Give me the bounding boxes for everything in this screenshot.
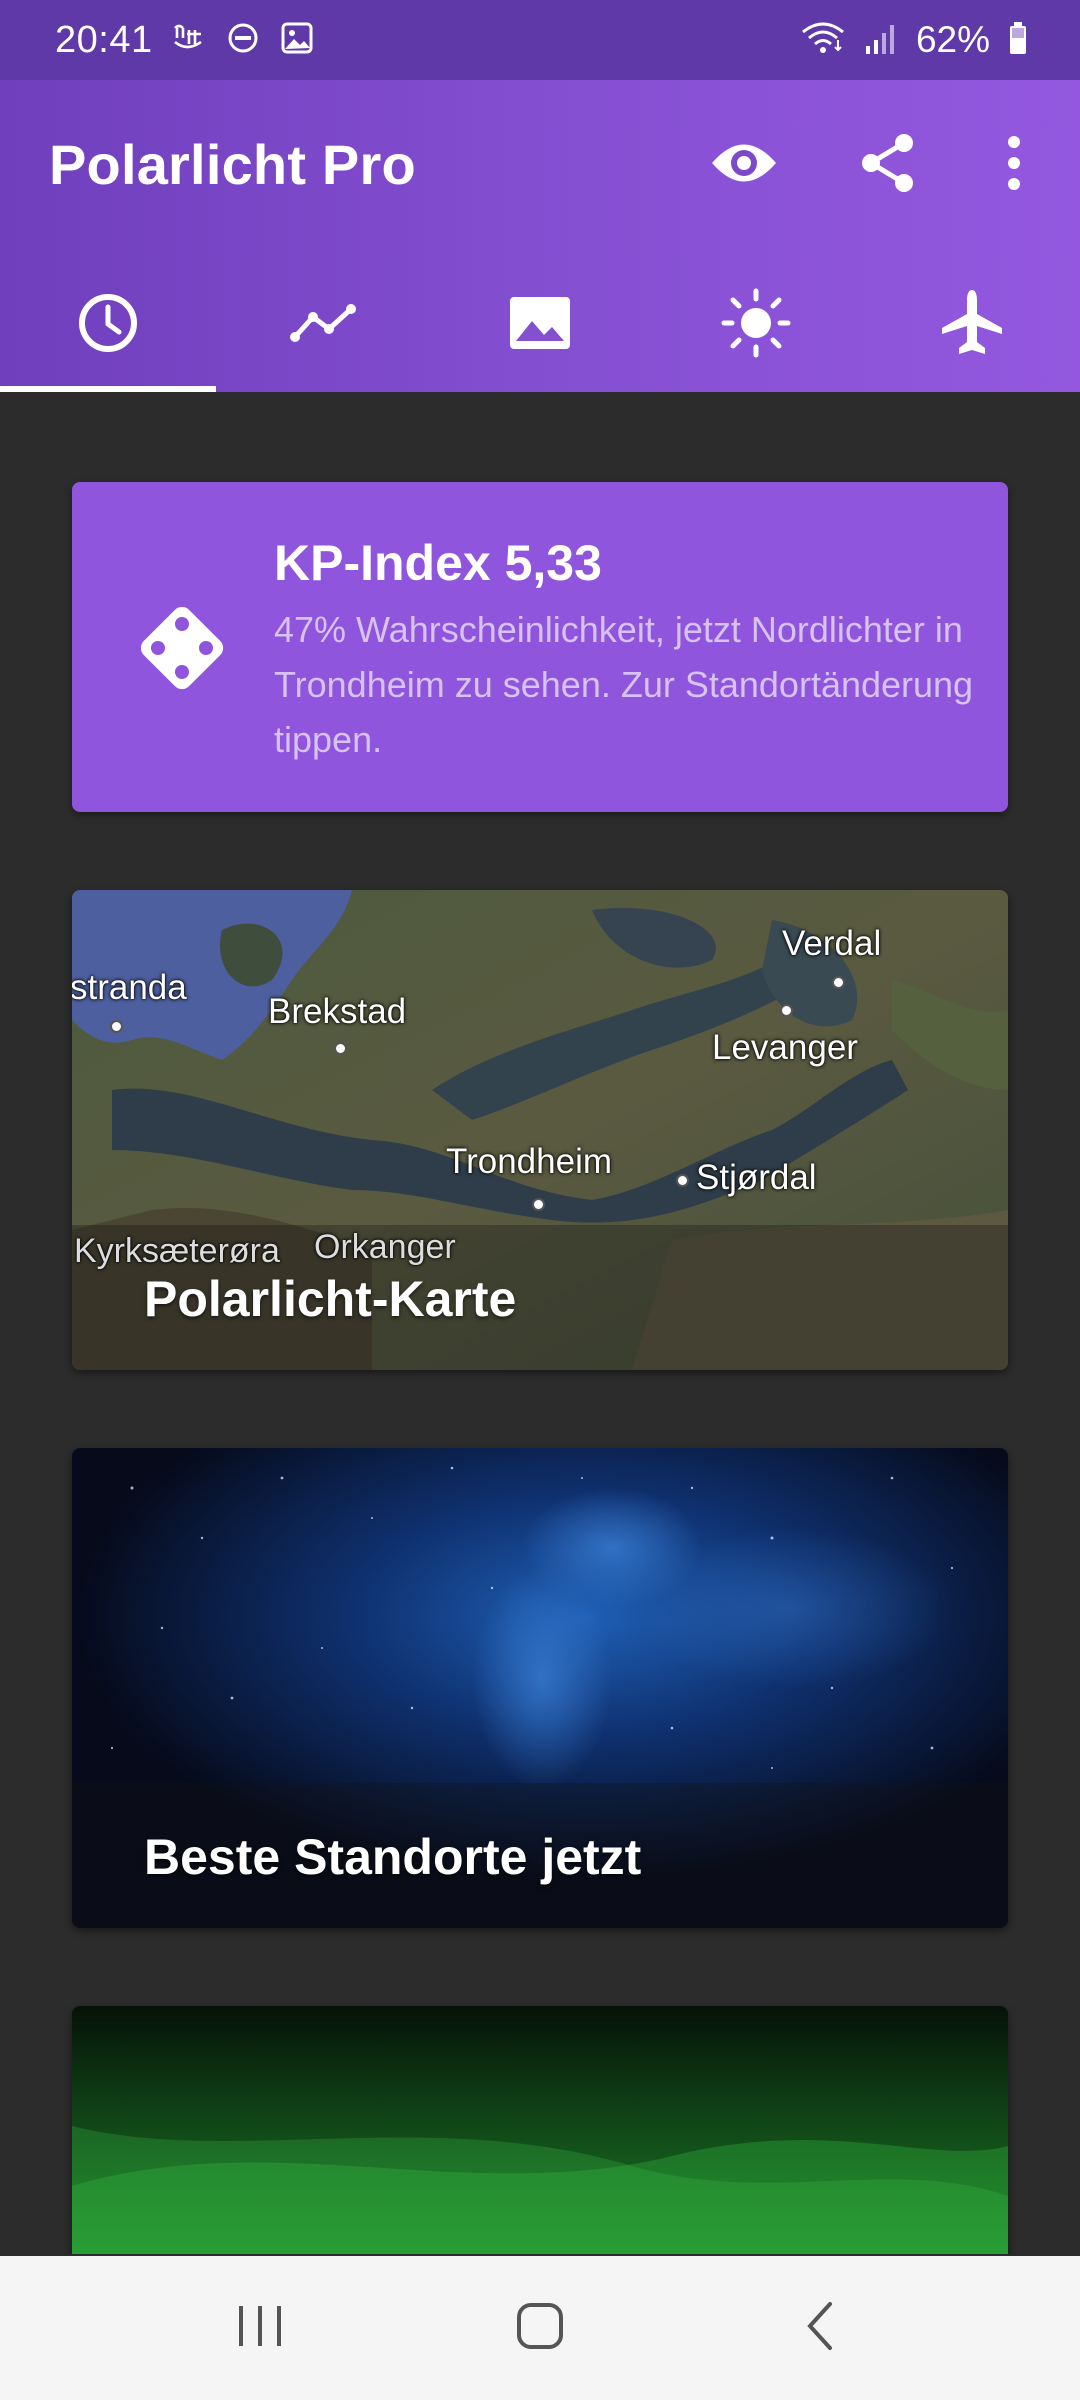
clock-icon [77,292,139,359]
aurora-photo-card[interactable] [72,2006,1008,2254]
map-label-trondheim: Trondheim [446,1142,612,1181]
home-icon [515,2301,565,2356]
tab-forecast[interactable] [0,258,216,392]
tab-charts[interactable] [216,258,432,392]
eye-button[interactable] [694,120,794,210]
share-button[interactable] [838,120,938,210]
kp-index-description: 47% Wahrscheinlichkeit, jetzt Nordlichte… [274,609,974,760]
status-bar: 20:41 62% [0,0,1080,80]
battery-percentage: 62% [915,19,990,60]
system-nav-bar [0,2256,1080,2400]
map-marker [334,1042,347,1055]
app-title: Polarlicht Pro [49,133,416,196]
wifi-icon [800,20,846,61]
tab-gallery[interactable] [432,258,648,392]
back-icon [802,2300,838,2357]
content-scroll[interactable]: KP-Index 5,33 47% Wahrscheinlichkeit, je… [0,392,1080,2254]
app-root: 20:41 62% Polarlicht Pro KP-Index 5,33 4… [0,0,1080,2400]
map-label-kyrksaeteroera: Kyrksæterøra [74,1232,280,1270]
airplane-icon [940,288,1004,363]
kp-index-card[interactable]: KP-Index 5,33 47% Wahrscheinlichkeit, je… [72,482,1008,812]
best-locations-card[interactable]: Beste Standorte jetzt [72,1448,1008,1928]
sun-icon [721,288,791,363]
map-label-orkanger: Orkanger [314,1228,456,1266]
gallery-icon [279,20,315,61]
tab-flight[interactable] [864,258,1080,392]
map-marker [780,1004,793,1017]
home-button[interactable] [480,2278,600,2378]
map-label-verdal: Verdal [782,924,882,963]
recent-apps-icon [235,2302,285,2355]
more-vert-icon [1006,135,1022,195]
share-icon [858,132,918,199]
notification-app-icon [171,20,207,61]
more-options-button[interactable] [964,120,1064,210]
chart-line-icon [289,301,359,350]
map-label-stranda: stranda [72,968,187,1007]
image-icon [508,295,572,356]
do-not-disturb-icon [225,20,261,61]
map-marker [110,1020,123,1033]
map-label-stjordal: Stjørdal [696,1158,817,1197]
map-label-levanger: Levanger [712,1028,858,1067]
map-marker [832,976,845,989]
green-aurora-image [72,2006,1008,2254]
app-bar: Polarlicht Pro [0,80,1080,392]
aurora-map-card[interactable]: stranda Brekstad Verdal Levanger Trondhe… [72,890,1008,1370]
map-label-brekstad: Brekstad [268,992,407,1031]
tab-sun[interactable] [648,258,864,392]
best-locations-label: Beste Standorte jetzt [144,1829,642,1885]
signal-icon [864,20,898,61]
map-marker [676,1174,689,1187]
recent-apps-button[interactable] [200,2278,320,2378]
status-time: 20:41 [55,18,153,61]
dice-icon [140,606,224,690]
tab-bar [0,258,1080,392]
battery-icon [1008,20,1028,61]
map-marker [532,1198,545,1211]
back-button[interactable] [760,2278,880,2378]
kp-index-title: KP-Index 5,33 [274,535,602,591]
eye-icon [709,138,779,193]
aurora-map-label: Polarlicht-Karte [144,1271,517,1327]
